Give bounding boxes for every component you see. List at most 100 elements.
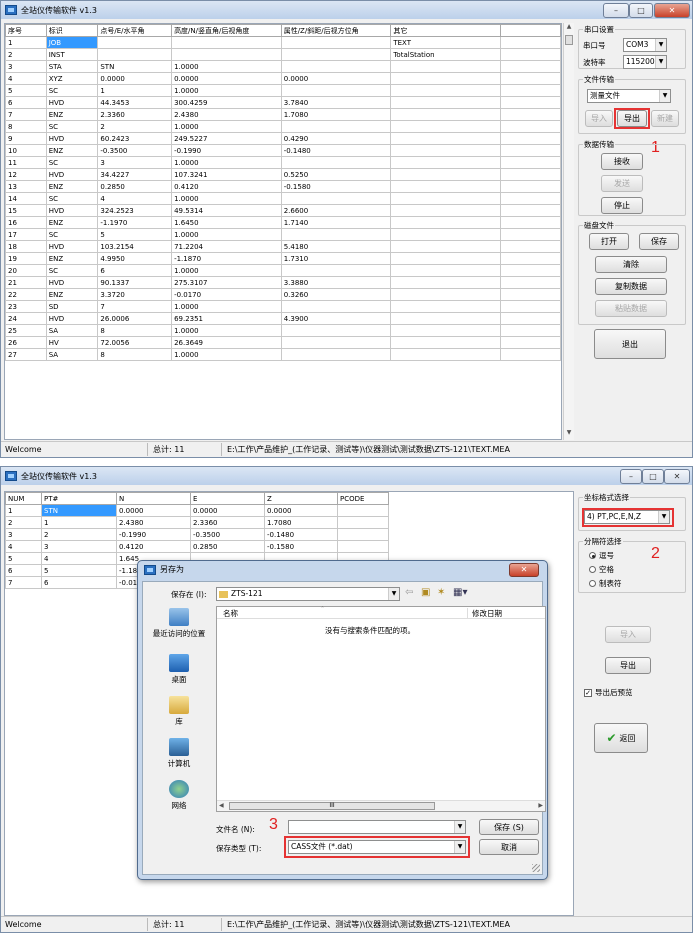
table-cell[interactable]: 2.4380 [116, 516, 191, 529]
table-cell[interactable]: 1.0000 [171, 156, 282, 169]
table-cell[interactable]: -0.0170 [171, 288, 282, 301]
table-cell[interactable] [280, 264, 392, 277]
scroll-thumb[interactable]: III [229, 802, 435, 810]
scroll-right-icon[interactable]: ▶ [538, 802, 543, 809]
table-cell[interactable]: SD [45, 300, 99, 313]
view-menu-icon[interactable]: ▦▾ [453, 587, 467, 598]
table-cell[interactable] [390, 72, 501, 85]
column-header[interactable]: NUM [5, 492, 42, 505]
table-cell[interactable] [280, 84, 392, 97]
table-row[interactable]: 2 INST TotalStation [5, 48, 561, 61]
table-row[interactable]: 6 HVD 44.3453 300.4259 3.7840 [5, 96, 561, 109]
maximize-icon[interactable]: □ [629, 3, 653, 18]
table-cell[interactable]: 1.0000 [171, 324, 282, 337]
table-cell[interactable] [280, 324, 392, 337]
table-row[interactable]: 16 ENZ -1.1970 1.6450 1.7140 [5, 216, 561, 229]
table-cell[interactable] [390, 348, 501, 361]
column-header-date[interactable]: 修改日期 [467, 608, 502, 619]
file-list[interactable]: 名称 ˄ 修改日期 没有与搜索条件匹配的项。 ◀ III ▶ [216, 606, 546, 812]
table-row[interactable]: 4 XYZ 0.0000 0.0000 0.0000 [5, 72, 561, 85]
table-cell[interactable]: JOB [45, 36, 99, 49]
table-row[interactable]: 2 1 2.4380 2.3360 1.7080 [5, 516, 389, 529]
table-cell[interactable] [390, 288, 501, 301]
table-cell[interactable]: -0.1480 [264, 528, 338, 541]
column-header[interactable]: PCODE [337, 492, 389, 505]
table-cell[interactable]: 14 [5, 192, 47, 205]
exit-button[interactable]: 退出 [594, 329, 666, 359]
table-cell[interactable]: 1 [97, 84, 173, 97]
tab-radio[interactable]: 制表符 [589, 578, 622, 589]
table-cell[interactable]: 23 [5, 300, 47, 313]
table-cell[interactable]: 4 [5, 72, 47, 85]
table-cell[interactable]: 2.4380 [171, 108, 282, 121]
table-cell[interactable]: ENZ [45, 108, 99, 121]
table-cell[interactable]: 3.3720 [97, 288, 173, 301]
column-header[interactable]: 序号 [5, 24, 47, 37]
table-cell[interactable]: INST [45, 48, 99, 61]
table-cell[interactable] [171, 48, 282, 61]
table-cell[interactable]: 1 [41, 516, 117, 529]
filename-input[interactable]: ▼ [288, 820, 466, 834]
file-type-select[interactable]: 测量文件 ▼ [587, 89, 671, 103]
table-cell[interactable]: 0.0000 [264, 504, 338, 517]
receive-button[interactable]: 接收 [601, 153, 643, 170]
table-cell[interactable]: 3.3880 [280, 276, 392, 289]
table-cell[interactable]: -1.1970 [97, 216, 173, 229]
table-cell[interactable]: 69.2351 [171, 312, 282, 325]
column-header-name[interactable]: 名称 [223, 608, 238, 619]
table-cell[interactable]: 0.0000 [280, 72, 392, 85]
table-cell[interactable]: 8 [5, 120, 47, 133]
table-cell[interactable]: -0.1990 [171, 144, 282, 157]
table-cell[interactable] [390, 192, 501, 205]
table-cell[interactable]: SC [45, 264, 99, 277]
table-cell[interactable]: SC [45, 120, 99, 133]
table-cell[interactable]: TEXT [390, 36, 501, 49]
table-cell[interactable]: 107.3241 [171, 168, 282, 181]
table-cell[interactable] [390, 240, 501, 253]
table-cell[interactable]: 6 [41, 576, 117, 589]
table-cell[interactable]: 7 [5, 576, 42, 589]
table-cell[interactable] [390, 144, 501, 157]
table-cell[interactable]: 6 [5, 564, 42, 577]
table-cell[interactable]: 9 [5, 132, 47, 145]
close-icon[interactable]: ✕ [664, 469, 690, 484]
place-computer[interactable]: 计算机 [149, 738, 209, 769]
table-cell[interactable]: 2 [97, 120, 173, 133]
table-cell[interactable]: STN [97, 60, 173, 73]
table-cell[interactable]: 1.0000 [171, 60, 282, 73]
table-cell[interactable]: 1.0000 [171, 300, 282, 313]
table-cell[interactable]: 5 [97, 228, 173, 241]
table-cell[interactable] [390, 276, 501, 289]
back-button[interactable]: ✔ 返回 [594, 723, 648, 753]
table-cell[interactable]: 0.0000 [171, 72, 282, 85]
scroll-left-icon[interactable]: ◀ [219, 802, 224, 809]
table-row[interactable]: 27 SA 8 1.0000 [5, 348, 561, 361]
preview-checkbox[interactable]: ✓ 导出后预览 [584, 687, 633, 698]
table-row[interactable]: 26 HV 72.0056 26.3649 [5, 336, 561, 349]
table-cell[interactable]: 11 [5, 156, 47, 169]
table-cell[interactable] [390, 324, 501, 337]
table-cell[interactable] [390, 60, 501, 73]
table-cell[interactable]: 44.3453 [97, 96, 173, 109]
table-cell[interactable]: 3 [41, 540, 117, 553]
table-cell[interactable]: -0.1580 [264, 540, 338, 553]
table-cell[interactable] [337, 504, 389, 517]
table-cell[interactable]: 3.7840 [280, 96, 392, 109]
table-cell[interactable] [337, 528, 389, 541]
table-row[interactable]: 4 3 0.4120 0.2850 -0.1580 [5, 540, 389, 553]
table-row[interactable]: 17 SC 5 1.0000 [5, 228, 561, 241]
save-button[interactable]: 保存 [639, 233, 679, 250]
table-cell[interactable]: SC [45, 228, 99, 241]
table-cell[interactable]: SA [45, 348, 99, 361]
table-cell[interactable] [97, 36, 173, 49]
table-cell[interactable]: 49.5314 [171, 204, 282, 217]
table-cell[interactable] [390, 300, 501, 313]
port-select[interactable]: COM3 ▼ [623, 38, 667, 52]
table-cell[interactable] [390, 264, 501, 277]
table-cell[interactable]: 13 [5, 180, 47, 193]
table-cell[interactable]: 16 [5, 216, 47, 229]
export-button[interactable]: 导出 [605, 657, 651, 674]
table-cell[interactable]: 0.4120 [171, 180, 282, 193]
table-cell[interactable]: 71.2204 [171, 240, 282, 253]
table-cell[interactable]: -0.1580 [280, 180, 392, 193]
